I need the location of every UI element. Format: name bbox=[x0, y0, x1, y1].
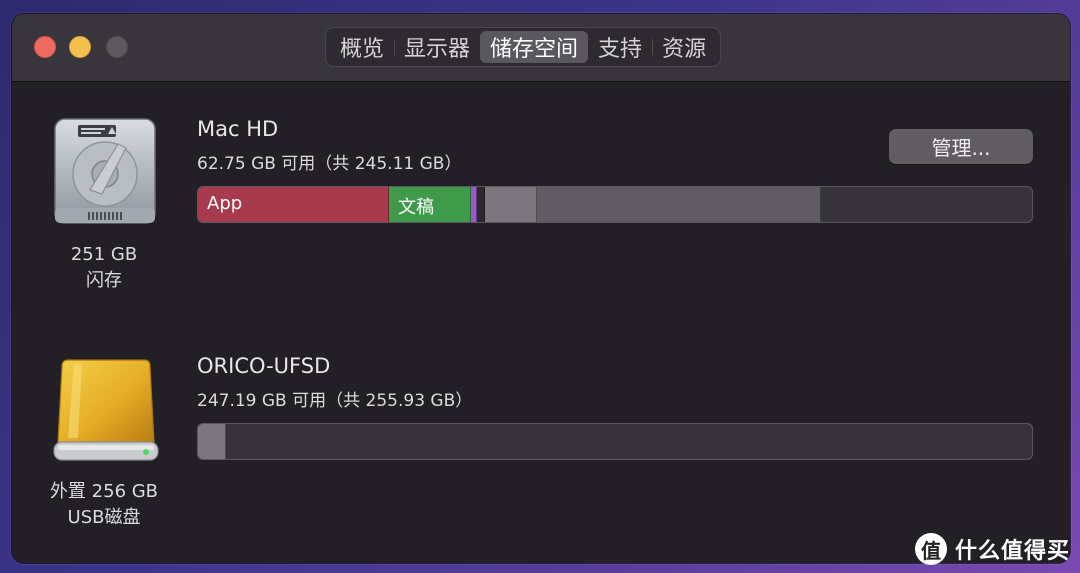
zoom-button[interactable] bbox=[106, 36, 128, 58]
internal-drive-icon bbox=[50, 116, 160, 232]
close-button[interactable] bbox=[34, 36, 56, 58]
tab-storage[interactable]: 储存空间 bbox=[480, 31, 589, 63]
internal-storage-bar: App 文稿 bbox=[197, 186, 1033, 223]
manage-button[interactable]: 管理... bbox=[889, 129, 1033, 164]
tab-displays[interactable]: 显示器 bbox=[394, 31, 480, 63]
storage-segment[interactable] bbox=[198, 424, 227, 459]
watermark-logo-icon: 值 bbox=[914, 533, 947, 565]
storage-segment-label: 文稿 bbox=[397, 197, 434, 218]
tab-overview[interactable]: 概览 bbox=[330, 31, 394, 63]
internal-volume-name: Mac HD bbox=[197, 117, 279, 141]
storage-segment[interactable] bbox=[537, 187, 821, 222]
internal-volume-available: 62.75 GB 可用（共 245.11 GB） bbox=[197, 154, 462, 174]
watermark-text: 什么值得买 bbox=[954, 539, 1070, 564]
external-storage-bar bbox=[197, 423, 1033, 460]
tab-resources[interactable]: 资源 bbox=[652, 31, 716, 63]
external-volume-available: 247.19 GB 可用（共 255.93 GB） bbox=[197, 391, 473, 411]
minimize-button[interactable] bbox=[69, 36, 91, 58]
storage-segment-label: App bbox=[207, 193, 243, 214]
storage-segment[interactable]: App bbox=[198, 187, 389, 222]
internal-drive-capacity: 251 GB bbox=[70, 244, 138, 265]
external-volume-name: ORICO-UFSD bbox=[197, 354, 331, 378]
title-bar: 概览 显示器 储存空间 支持 资源 bbox=[12, 14, 1070, 82]
watermark: 值 什么值得买 bbox=[914, 533, 1070, 565]
external-drive-type: USB磁盘 bbox=[67, 507, 141, 528]
external-drive-icon bbox=[52, 358, 160, 468]
storage-segment[interactable] bbox=[484, 187, 538, 222]
tab-bar: 概览 显示器 储存空间 支持 资源 bbox=[325, 27, 722, 67]
tab-support[interactable]: 支持 bbox=[588, 31, 652, 63]
internal-drive-type: 闪存 bbox=[86, 270, 122, 291]
storage-segment[interactable]: 文稿 bbox=[388, 187, 471, 222]
storage-segment[interactable] bbox=[476, 187, 485, 222]
storage-window: 概览 显示器 储存空间 支持 资源 251 GB 闪存 Mac HD 62.75… bbox=[12, 14, 1070, 563]
external-drive-capacity: 外置 256 GB bbox=[49, 481, 159, 502]
